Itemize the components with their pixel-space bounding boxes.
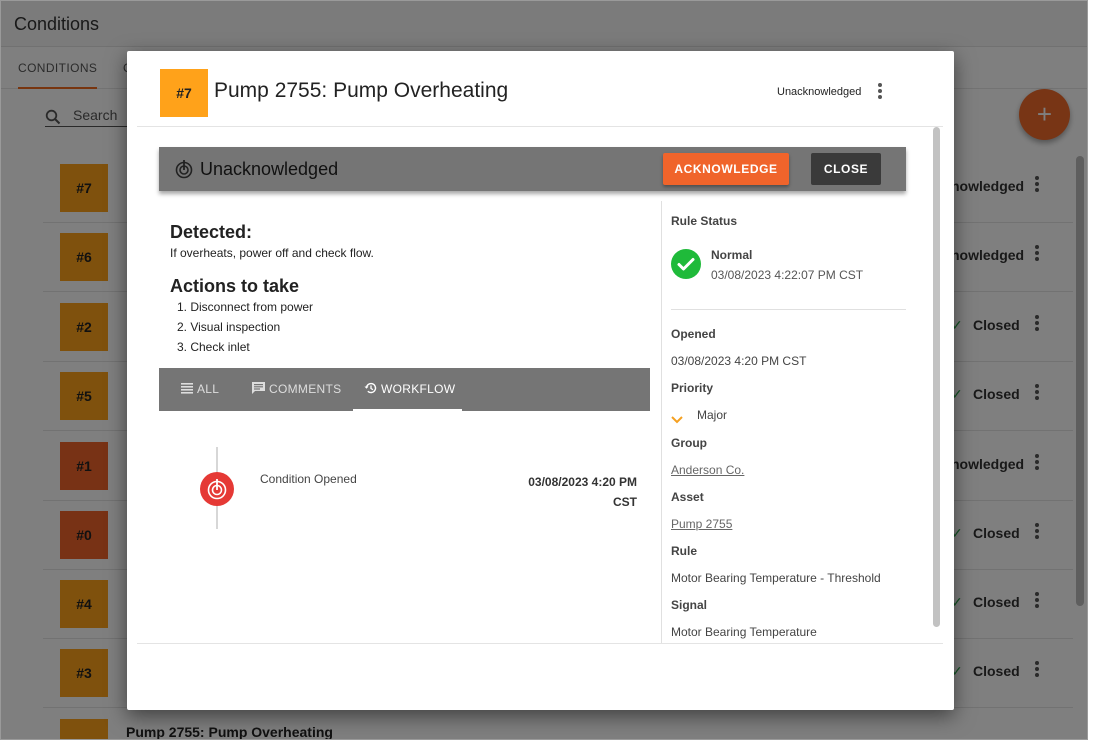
action-item: 3. Check inlet <box>177 340 250 354</box>
rule-status-heading: Rule Status <box>671 214 738 228</box>
workflow-tabs: ALL COMMENTS WORKFLOW <box>159 368 650 411</box>
group-heading: Group <box>671 436 707 450</box>
priority-value: Major <box>697 408 728 422</box>
timeline-opened-icon <box>200 472 234 506</box>
timeline-event-date: 03/08/2023 4:20 PM CST <box>437 472 637 512</box>
target-icon <box>174 159 194 184</box>
signal-value: Motor Bearing Temperature <box>671 625 817 639</box>
opened-heading: Opened <box>671 327 716 341</box>
opened-value: 03/08/2023 4:20 PM CST <box>671 354 807 368</box>
dialog-scrollbar[interactable] <box>933 127 940 627</box>
condition-dialog: #7 Pump 2755: Pump Overheating Unacknowl… <box>127 51 954 710</box>
tab-workflow[interactable]: WORKFLOW <box>364 382 455 396</box>
chevron-down-icon <box>671 411 683 429</box>
tab-all-label: ALL <box>197 382 220 396</box>
group-link[interactable]: Anderson Co. <box>671 463 744 477</box>
asset-link[interactable]: Pump 2755 <box>671 517 732 531</box>
tab-all[interactable]: ALL <box>181 382 219 396</box>
signal-heading: Signal <box>671 598 708 612</box>
history-icon <box>364 382 377 394</box>
list-icon <box>181 383 193 394</box>
timeline-date-line1: 03/08/2023 4:20 PM <box>528 475 637 489</box>
rule-heading: Rule <box>671 544 698 558</box>
tab-comments-label: COMMENTS <box>269 382 342 396</box>
close-condition-button[interactable]: CLOSE <box>811 153 881 185</box>
side-divider <box>671 309 906 310</box>
active-tab-indicator <box>353 409 462 411</box>
dialog-body: Unacknowledged ACKNOWLEDGE CLOSE Detecte… <box>137 126 943 644</box>
rule-status-date: 03/08/2023 4:22:07 PM CST <box>711 268 864 282</box>
action-item: 2. Visual inspection <box>177 320 281 334</box>
dialog-title: Pump 2755: Pump Overheating <box>214 79 509 102</box>
actions-list: 1. Disconnect from power 2. Visual inspe… <box>177 299 313 359</box>
dialog-status: Unacknowledged <box>777 86 862 98</box>
action-item: 1. Disconnect from power <box>177 300 314 314</box>
dialog-badge: #7 <box>160 69 208 117</box>
timeline-date-line2: CST <box>613 495 637 509</box>
more-vert-icon[interactable] <box>873 83 887 103</box>
rule-status-value: Normal <box>711 248 753 262</box>
conditions-app: Conditions CONDITIONS C Search + #7 nowl… <box>0 0 1088 740</box>
rule-value: Motor Bearing Temperature - Threshold <box>671 571 881 585</box>
check-circle-icon <box>671 249 701 279</box>
status-bar-label: Unacknowledged <box>200 159 339 179</box>
actions-heading: Actions to take <box>170 276 300 296</box>
comment-icon <box>252 382 265 394</box>
tab-comments[interactable]: COMMENTS <box>252 382 341 396</box>
tab-workflow-label: WORKFLOW <box>381 382 456 396</box>
asset-heading: Asset <box>671 490 704 504</box>
acknowledge-button[interactable]: ACKNOWLEDGE <box>663 153 789 185</box>
column-divider <box>661 201 662 643</box>
detected-text: If overheats, power off and check flow. <box>170 246 374 260</box>
status-bar: Unacknowledged ACKNOWLEDGE CLOSE <box>159 147 906 191</box>
timeline-event-label: Condition Opened <box>260 472 357 486</box>
priority-heading: Priority <box>671 381 714 395</box>
detected-heading: Detected: <box>170 222 253 242</box>
